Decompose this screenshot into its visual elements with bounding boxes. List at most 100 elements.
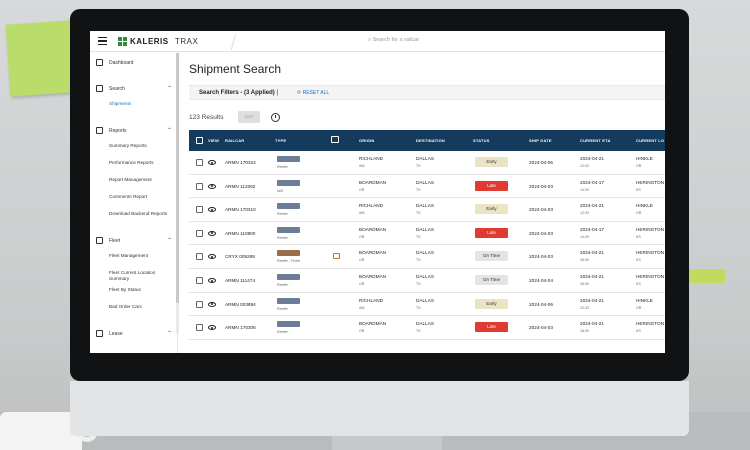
current-location-state: OR bbox=[636, 305, 642, 310]
sidebar-group-fleet[interactable]: Fleet ⌃ bbox=[90, 236, 178, 246]
table-row[interactable]: ARMN 003894 Reefer RICHLAND WA DALLAS TX Early… bbox=[189, 292, 665, 317]
sidebar-item-performance-reports[interactable]: Performance Reports bbox=[109, 160, 173, 166]
sidebar-item-comments-report[interactable]: Comments Report bbox=[109, 194, 173, 200]
brand-logo[interactable]: KALERIS bbox=[130, 37, 169, 46]
eye-icon[interactable] bbox=[208, 254, 216, 260]
railcar-id[interactable]: ARMN 170310 bbox=[225, 207, 256, 212]
current-location-state: OR bbox=[636, 164, 642, 168]
search-filters-bar[interactable]: Search Filters - (3 Applied) | ⟳ RESET A… bbox=[189, 85, 665, 100]
sidebar-group-dashboard[interactable]: Dashboard bbox=[90, 58, 178, 68]
current-location-city: HERINGTON bbox=[636, 179, 665, 185]
current-location-state: KS bbox=[636, 234, 641, 239]
column-header-status[interactable]: STATUS bbox=[473, 138, 490, 143]
eye-icon[interactable] bbox=[208, 325, 216, 331]
table-row[interactable]: ARMN 112092 N/A BOARDMAN OR DALLAS TX Late 2024… bbox=[189, 174, 665, 199]
railcar-id[interactable]: ARMN 112092 bbox=[225, 184, 255, 189]
railcar-id[interactable]: CRYX 005289 bbox=[225, 254, 255, 259]
railcar-id[interactable]: ARMN 110800 bbox=[225, 231, 255, 236]
current-eta-date: 2024-04-21 bbox=[580, 321, 604, 327]
ship-date: 2024-04-06 bbox=[529, 301, 553, 307]
table-row[interactable]: ARMN 170306 Reefer BOARDMAN OR DALLAS TX Late 2… bbox=[189, 316, 665, 340]
table-row[interactable]: ARMN 110800 Reefer BOARDMAN OR DALLAS TX Late 2… bbox=[189, 221, 665, 246]
column-header-origin[interactable]: ORIGIN bbox=[359, 138, 374, 143]
eye-icon[interactable] bbox=[208, 160, 216, 165]
reset-all-link[interactable]: ⟳ RESET ALL bbox=[297, 90, 329, 96]
destination-state: TX bbox=[416, 305, 421, 310]
sidebar-group-search[interactable]: Search ⌃ bbox=[90, 84, 178, 94]
top-bar: KALERIS TRAX ⌕ Search for a railcar bbox=[90, 31, 665, 52]
sidebar-group-lease[interactable]: Lease ⌃ bbox=[90, 329, 178, 339]
origin-city: BOARDMAN bbox=[359, 250, 387, 256]
eye-icon[interactable] bbox=[208, 278, 216, 283]
table-row[interactable]: ARMN 170324 Reefer RICHLAND WA DALLAS TX Early… bbox=[189, 151, 665, 175]
sidebar-item-fleet-current-location-summary[interactable]: Fleet Current Location Summary bbox=[109, 270, 173, 282]
sidebar-group-label: Reports bbox=[109, 128, 127, 134]
column-header-destination[interactable]: DESTINATION bbox=[416, 138, 445, 143]
sidebar-item-fleet-by-status[interactable]: Fleet By Status bbox=[109, 287, 173, 293]
origin-city: RICHLAND bbox=[359, 297, 383, 303]
destination-state: TX bbox=[416, 164, 421, 168]
kaleris-logo-icon bbox=[118, 37, 127, 46]
railcar-type-label: Reefer bbox=[277, 235, 288, 240]
row-checkbox[interactable] bbox=[196, 206, 203, 214]
origin-city: BOARDMAN bbox=[359, 321, 387, 327]
table-row[interactable]: ARMN 111474 Reefer BOARDMAN OR DALLAS TX On Ti… bbox=[189, 269, 665, 293]
column-header-view[interactable]: VIEW bbox=[208, 138, 219, 143]
eye-icon[interactable] bbox=[208, 230, 216, 236]
status-badge: Early bbox=[475, 204, 508, 215]
chevron-up-icon: ⌃ bbox=[166, 86, 172, 92]
status-badge: On Time bbox=[475, 275, 508, 285]
comment-icon[interactable] bbox=[333, 253, 340, 260]
row-checkbox[interactable] bbox=[196, 182, 203, 190]
destination-city: DALLAS bbox=[416, 297, 434, 303]
current-eta-date: 2024-04-21 bbox=[580, 250, 604, 256]
eye-icon[interactable] bbox=[208, 183, 216, 189]
column-header-current-lo[interactable]: CURRENT LO bbox=[636, 138, 664, 143]
column-header-type[interactable]: TYPE bbox=[275, 138, 286, 143]
sidebar-item-summary-reports[interactable]: Summary Reports bbox=[109, 143, 173, 149]
row-checkbox[interactable] bbox=[196, 253, 203, 261]
sidebar-group-label: Search bbox=[109, 86, 125, 92]
row-checkbox[interactable] bbox=[196, 159, 203, 166]
railcar-id[interactable]: ARMN 170324 bbox=[225, 160, 256, 165]
destination-state: TX bbox=[416, 329, 421, 334]
table-row[interactable]: CRYX 005289 Reefer - Fixed BOARDMAN OR DALLA… bbox=[189, 245, 665, 269]
sidebar-item-bad-order-cars[interactable]: Bad Order Cars bbox=[109, 304, 173, 310]
railcar-id[interactable]: ARMN 111474 bbox=[225, 278, 255, 283]
sidebar-item-shipments[interactable]: Shipments bbox=[109, 101, 173, 107]
column-header-railcar[interactable]: RAILCAR bbox=[225, 138, 244, 143]
destination-city: DALLAS bbox=[416, 203, 434, 209]
current-eta-date: 2024-04-21 bbox=[580, 203, 604, 209]
history-icon[interactable] bbox=[271, 113, 280, 122]
filters-label[interactable]: Search Filters - (3 Applied) | bbox=[199, 90, 278, 96]
railcar-type-image bbox=[277, 250, 300, 257]
railcar-search-input[interactable]: ⌕ Search for a railcar bbox=[368, 37, 419, 44]
origin-city: RICHLAND bbox=[359, 156, 383, 161]
column-header-current-eta[interactable]: CURRENT ETA bbox=[580, 138, 611, 143]
railcar-id[interactable]: ARMN 170306 bbox=[225, 325, 256, 330]
railcar-id[interactable]: ARMN 003894 bbox=[225, 302, 256, 307]
menu-icon[interactable] bbox=[98, 37, 107, 45]
eye-icon[interactable] bbox=[208, 207, 216, 213]
search-placeholder: Search for a railcar bbox=[372, 37, 420, 43]
column-header-ship-date[interactable]: SHIP DATE bbox=[529, 138, 552, 143]
current-location-city: HERINGTON bbox=[636, 250, 665, 256]
sidebar-group-reports[interactable]: Reports ⌃ bbox=[90, 126, 178, 136]
select-all-checkbox[interactable] bbox=[196, 137, 203, 144]
current-location-city: HERINGTON bbox=[636, 321, 665, 327]
ship-date: 2024-04-06 bbox=[529, 160, 553, 165]
row-checkbox[interactable] bbox=[196, 277, 203, 284]
sidebar-item-report-management[interactable]: Report Management bbox=[109, 177, 173, 183]
table-row[interactable]: ARMN 170310 Reefer RICHLAND WA DALLAS TX Early… bbox=[189, 198, 665, 222]
sidebar-item-fleet-management[interactable]: Fleet Management bbox=[109, 253, 173, 259]
sidebar-group-label: Dashboard bbox=[109, 60, 134, 66]
row-checkbox[interactable] bbox=[196, 324, 203, 332]
origin-state: OR bbox=[359, 282, 365, 286]
row-checkbox[interactable] bbox=[196, 229, 203, 237]
row-checkbox[interactable] bbox=[196, 300, 203, 308]
railcar-type-label: Reefer bbox=[277, 283, 288, 287]
edit-button[interactable]: EDIT bbox=[238, 111, 260, 123]
eye-icon[interactable] bbox=[208, 301, 216, 307]
monitor-stand bbox=[332, 436, 442, 450]
sidebar-item-download-backend-reports[interactable]: Download Backend Reports bbox=[109, 211, 173, 217]
